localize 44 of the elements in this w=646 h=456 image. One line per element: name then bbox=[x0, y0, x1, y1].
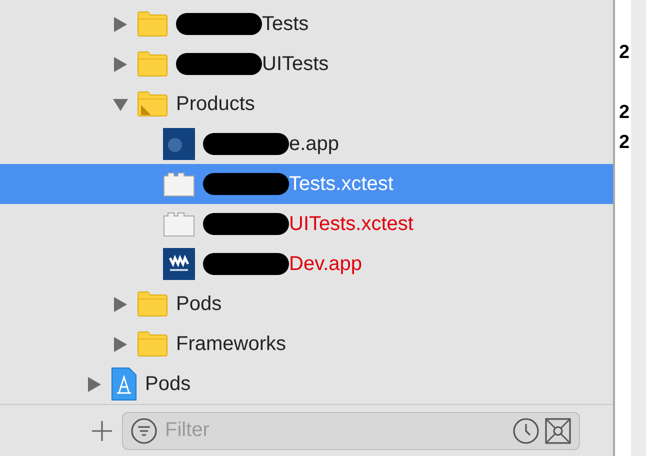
disclosure-triangle-icon[interactable] bbox=[113, 16, 128, 32]
tree-row[interactable]: e.app bbox=[0, 124, 613, 164]
tree-row[interactable]: UITests bbox=[0, 44, 613, 84]
filter-icon bbox=[131, 418, 157, 444]
folder-icon bbox=[137, 291, 168, 317]
test-bundle-icon bbox=[163, 211, 195, 237]
file-name: Dev.app bbox=[289, 252, 362, 276]
file-name: UITests.xctest bbox=[289, 212, 414, 236]
file-name: Tests bbox=[262, 12, 309, 36]
tree-row[interactable]: Pods bbox=[0, 364, 613, 404]
tree-row[interactable]: Frameworks bbox=[0, 324, 613, 364]
disclosure-triangle-icon[interactable] bbox=[113, 296, 128, 312]
app-icon bbox=[163, 248, 195, 280]
file-name: Tests.xctest bbox=[289, 172, 394, 196]
folder-icon bbox=[137, 331, 168, 357]
tree-row[interactable]: Dev.app bbox=[0, 244, 613, 284]
file-name: Pods bbox=[145, 372, 191, 396]
clock-icon[interactable] bbox=[513, 418, 539, 444]
file-name: UITests bbox=[262, 52, 329, 76]
project-file-icon bbox=[111, 367, 137, 401]
line-text: 2 bbox=[619, 102, 630, 123]
file-name: e.app bbox=[289, 132, 340, 156]
scope-icon[interactable] bbox=[545, 418, 571, 444]
filter-input[interactable]: Filter bbox=[163, 418, 507, 443]
disclosure-triangle-icon[interactable] bbox=[87, 376, 102, 392]
folder-icon bbox=[137, 91, 168, 117]
file-name: Frameworks bbox=[176, 332, 286, 356]
folder-icon bbox=[137, 11, 168, 37]
tree-row[interactable]: UITests.xctest bbox=[0, 204, 613, 244]
disclosure-triangle-icon[interactable] bbox=[113, 336, 128, 352]
tree-row[interactable]: Pods bbox=[0, 284, 613, 324]
file-name: Products bbox=[176, 92, 255, 116]
tree-row[interactable]: Products bbox=[0, 84, 613, 124]
tree-row[interactable]: Tests bbox=[0, 4, 613, 44]
line-text: 2 bbox=[619, 42, 630, 63]
line-text: 2 bbox=[619, 132, 630, 153]
folder-icon bbox=[137, 51, 168, 77]
filter-field[interactable]: Filter bbox=[122, 412, 580, 450]
test-bundle-icon bbox=[163, 171, 195, 197]
disclosure-triangle-icon[interactable] bbox=[113, 56, 128, 72]
app-icon bbox=[163, 128, 195, 160]
disclosure-triangle-icon[interactable] bbox=[113, 96, 128, 112]
add-icon[interactable] bbox=[92, 420, 112, 440]
file-name: Pods bbox=[176, 292, 222, 316]
